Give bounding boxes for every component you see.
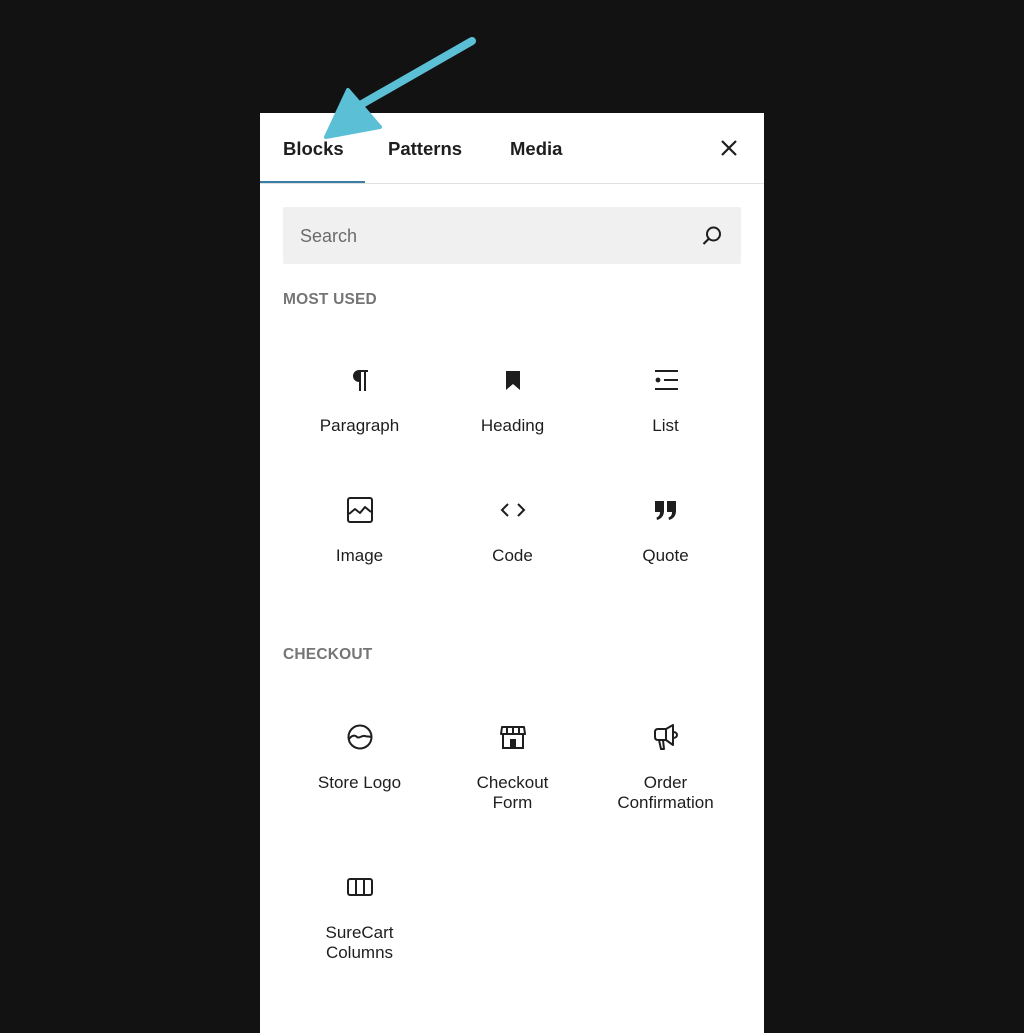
block-item-label: Paragraph xyxy=(319,416,400,435)
section-title-most-used: MOST USED xyxy=(283,291,377,308)
block-inserter-panel: Blocks Patterns Media MOST USED Paragrap… xyxy=(260,113,764,1033)
inserter-tabs: Blocks Patterns Media xyxy=(260,113,764,184)
code-icon xyxy=(500,503,525,517)
block-item-image[interactable]: Image xyxy=(283,496,436,566)
block-item-label: SureCart Columns xyxy=(325,923,394,962)
store-logo-icon xyxy=(347,724,372,750)
block-item-order-confirmation[interactable]: Order Confirmation xyxy=(589,723,742,813)
block-item-label: Image xyxy=(335,546,384,565)
block-item-label: List xyxy=(652,416,679,435)
search-input[interactable] xyxy=(283,207,702,266)
block-item-code[interactable]: Code xyxy=(436,496,589,566)
megaphone-icon xyxy=(653,724,678,750)
quote-icon xyxy=(654,501,676,520)
close-icon xyxy=(721,140,737,156)
search-icon[interactable] xyxy=(700,224,724,248)
block-item-surecart-columns[interactable]: SureCart Columns xyxy=(283,873,436,963)
block-item-heading[interactable]: Heading xyxy=(436,366,589,436)
storefront-icon xyxy=(499,726,526,749)
paragraph-icon xyxy=(352,370,368,391)
bookmark-icon xyxy=(505,371,520,390)
block-item-label: Store Logo xyxy=(317,773,402,792)
block-item-list[interactable]: List xyxy=(589,366,742,436)
block-item-paragraph[interactable]: Paragraph xyxy=(283,366,436,436)
block-item-label: Code xyxy=(492,546,533,565)
block-item-quote[interactable]: Quote xyxy=(589,496,742,566)
section-title-checkout: CHECKOUT xyxy=(283,646,373,663)
block-item-label: Order Confirmation xyxy=(617,773,714,812)
search-field xyxy=(283,207,741,266)
block-item-label: Heading xyxy=(480,416,545,435)
block-item-checkout-form[interactable]: Checkout Form xyxy=(436,723,589,813)
list-icon xyxy=(654,370,678,390)
tab-patterns[interactable]: Patterns xyxy=(388,113,462,183)
block-item-label: Checkout Form xyxy=(476,773,549,812)
active-tab-indicator xyxy=(260,181,365,183)
block-item-label: Quote xyxy=(642,546,689,565)
tab-blocks[interactable]: Blocks xyxy=(283,113,344,183)
tab-media[interactable]: Media xyxy=(510,113,562,183)
image-icon xyxy=(346,497,373,523)
close-button[interactable] xyxy=(718,137,740,159)
block-item-store-logo[interactable]: Store Logo xyxy=(283,723,436,793)
columns-icon xyxy=(346,878,373,896)
